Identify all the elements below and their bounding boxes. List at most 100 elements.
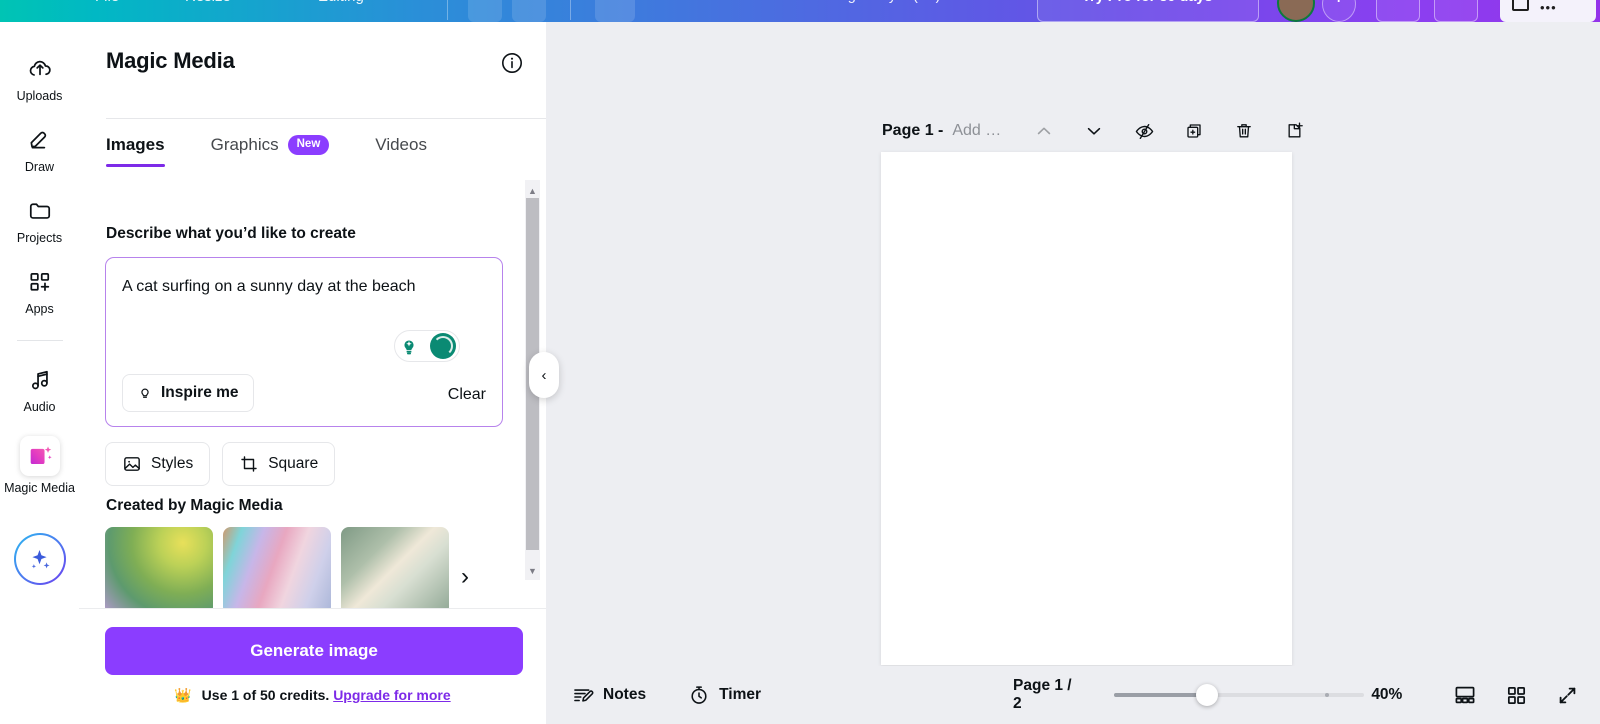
upgrade-link[interactable]: Upgrade for more (333, 687, 450, 703)
apps-grid-plus-icon (25, 267, 55, 297)
panel-scroll-content: Describe what you’d like to create A cat… (79, 197, 546, 629)
insights-button[interactable] (1376, 0, 1420, 22)
prompt-input-wrapper[interactable]: A cat surfing on a sunny day at the beac… (105, 257, 503, 427)
inspire-me-button[interactable]: Inspire me (122, 374, 254, 412)
comments-button[interactable] (1434, 0, 1478, 22)
sidebar-item-audio[interactable]: Audio (0, 365, 79, 414)
dewdrop-flower-thumbnail[interactable] (105, 527, 213, 615)
panel-header-divider (106, 118, 546, 119)
sidebar-item-label: Audio (23, 400, 56, 414)
sidebar-item-magic-media[interactable]: Magic Media (0, 436, 79, 495)
scroll-down-arrow[interactable]: ▼ (525, 564, 540, 578)
zoom-slider[interactable] (1114, 684, 1365, 706)
sidebar-item-draw[interactable]: Draw (0, 125, 79, 174)
folder-icon (25, 196, 55, 226)
undo-button[interactable] (468, 0, 502, 22)
scroll-up-arrow[interactable]: ▲ (525, 184, 540, 198)
chevron-down-icon (1088, 127, 1101, 135)
invite-members-button[interactable]: + (1322, 0, 1356, 22)
ai-assist-toggle[interactable] (394, 330, 460, 362)
panel-footer: Generate image 👑 Use 1 of 50 credits. Up… (79, 608, 546, 724)
redo-button[interactable] (512, 0, 546, 22)
lightbulb-sparkle-icon (404, 340, 414, 355)
prompt-input[interactable]: A cat surfing on a sunny day at the beac… (122, 276, 488, 298)
generate-image-button[interactable]: Generate image (105, 627, 523, 675)
grid-view-button[interactable] (1502, 678, 1531, 712)
music-note-icon (25, 365, 55, 395)
canvas-area[interactable]: Page 1 - Add … (546, 22, 1600, 724)
panel-header: Magic Media (79, 22, 546, 98)
toolbar-divider-1 (447, 0, 448, 20)
notes-button[interactable]: Notes (572, 684, 646, 706)
iridescent-prism-thumbnail[interactable] (223, 527, 331, 615)
eye-slash-icon (1135, 123, 1154, 139)
status-badge: New (287, 135, 330, 155)
credits-status: 👑 Use 1 of 50 credits. Upgrade for more (79, 687, 546, 704)
fullscreen-button[interactable] (1553, 678, 1582, 712)
gallery-strip (105, 527, 449, 615)
cloud-save-button[interactable] (595, 0, 635, 22)
add-page-button[interactable] (1277, 114, 1311, 148)
move-page-up-button[interactable] (1027, 114, 1061, 148)
prompt-section-label: Describe what you’d like to create (106, 225, 356, 242)
design-page-canvas[interactable] (881, 152, 1292, 665)
sidebar-item-label: Magic Media (4, 481, 75, 495)
info-circle-icon[interactable] (500, 51, 524, 75)
slider-knob[interactable] (1196, 684, 1219, 706)
crop-aspect-icon (241, 456, 257, 472)
share-box-icon (1512, 0, 1529, 11)
duplicate-icon (1187, 124, 1201, 138)
image-styles-icon (124, 457, 140, 471)
page-counter: Page 1 / 2 (1013, 677, 1072, 712)
tab-videos[interactable]: Videos (375, 135, 427, 167)
chevron-right-icon[interactable]: › (461, 565, 469, 589)
timer-button[interactable]: Timer (688, 684, 761, 706)
toggle-knob[interactable] (430, 333, 456, 359)
stopwatch-icon (691, 686, 707, 704)
tab-images[interactable]: Images (106, 135, 165, 167)
sidebar-item-projects[interactable]: Projects (0, 196, 79, 245)
chevron-up-icon (1038, 127, 1051, 135)
share-button[interactable]: ••• (1500, 0, 1596, 22)
delete-page-button[interactable] (1227, 114, 1261, 148)
bottom-toolbar: Notes Timer Page 1 / 2 40% (546, 666, 1600, 724)
collapse-panel-button[interactable]: ‹ (529, 352, 559, 398)
sidebar-item-apps[interactable]: Apps (0, 267, 79, 316)
tab-graphics[interactable]: Graphics New (211, 135, 330, 167)
zoom-level-label[interactable]: 40% (1371, 686, 1402, 704)
sidebar-item-uploads[interactable]: Uploads (0, 54, 79, 103)
tab-label: Graphics (210, 135, 279, 154)
move-page-down-button[interactable] (1077, 114, 1111, 148)
duplicate-page-button[interactable] (1177, 114, 1211, 148)
sidebar-item-label: Uploads (16, 89, 63, 103)
presenter-view-icon (1455, 686, 1475, 704)
styles-button[interactable]: Styles (105, 442, 211, 486)
clear-button[interactable]: Clear (448, 386, 486, 404)
menu-editing[interactable]: Editing (318, 0, 364, 5)
avatar[interactable] (1277, 0, 1315, 22)
sidebar-item-label: Projects (16, 231, 63, 245)
trash-icon (1237, 124, 1252, 138)
try-pro-label: Try Pro for 30 days (1082, 0, 1213, 5)
slider-fill (1114, 693, 1209, 697)
page-title: Magic Media (106, 48, 235, 73)
page-label: Page 1 - (882, 122, 944, 139)
magic-media-icon (19, 436, 60, 476)
generation-options-row: Styles Square (105, 442, 336, 486)
plus-icon: + (1334, 0, 1343, 8)
aspect-ratio-button[interactable]: Square (222, 442, 336, 486)
document-title[interactable]: Untitled design - Flyer (A4) (768, 0, 940, 4)
expand-fullscreen-icon (1559, 687, 1576, 703)
hide-page-button[interactable] (1127, 114, 1161, 148)
menu-file[interactable]: File (95, 0, 119, 5)
green-marble-thumbnail[interactable] (341, 527, 449, 615)
canva-editor-window: File Resize Editing Untitled design - Fl… (0, 0, 1600, 724)
page-name-input[interactable]: Add … (952, 122, 1001, 140)
menu-resize[interactable]: Resize (185, 0, 231, 5)
presenter-view-button[interactable] (1450, 678, 1479, 712)
chip-label: Square (268, 455, 319, 472)
top-toolbar: File Resize Editing Untitled design - Fl… (0, 0, 1600, 22)
notes-label: Notes (603, 686, 647, 703)
sparkles-icon[interactable] (14, 533, 66, 585)
try-pro-button[interactable]: Try Pro for 30 days (1037, 0, 1259, 22)
